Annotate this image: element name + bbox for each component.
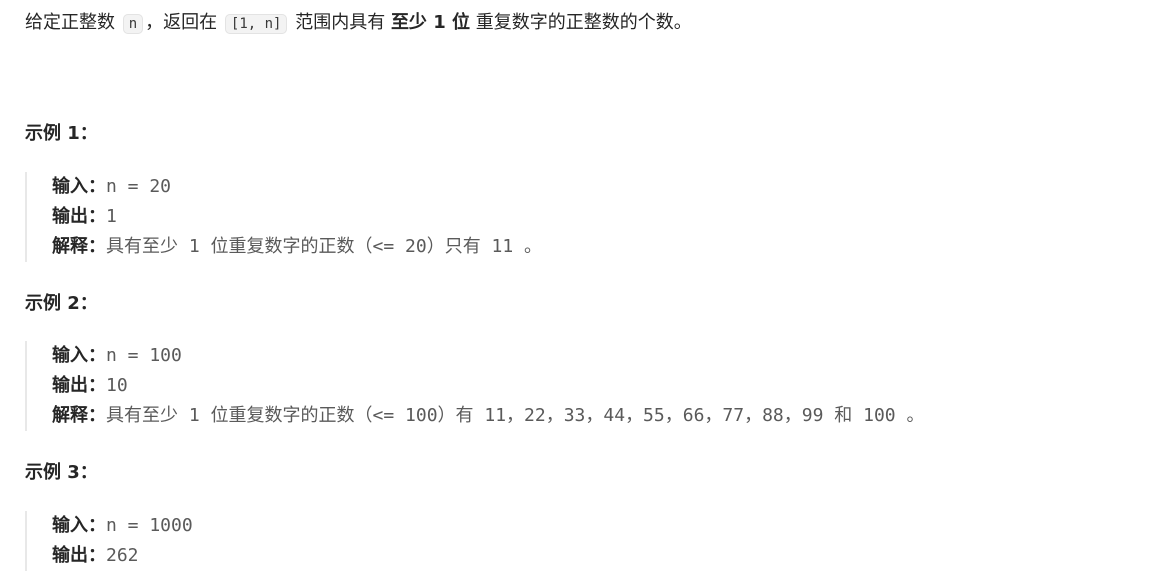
example-1-explain-line: 解释：具有至少 1 位重复数字的正数（<= 20）只有 11 。 xyxy=(52,232,542,262)
input-label: 输入： xyxy=(52,176,106,197)
example-2-explain-line: 解释：具有至少 1 位重复数字的正数（<= 100）有 11，22，33，44，… xyxy=(52,401,924,431)
explain-value: 具有至少 1 位重复数字的正数（<= 100）有 11，22，33，44，55，… xyxy=(106,405,925,426)
explain-label: 解释： xyxy=(52,405,106,426)
input-label: 输入： xyxy=(52,515,106,536)
input-label: 输入： xyxy=(52,345,106,366)
output-value: 1 xyxy=(106,206,117,227)
example-1-input-line: 输入：n = 20 xyxy=(52,172,542,202)
intro-text-4: 重复数字的正整数的个数。 xyxy=(470,12,692,33)
example-2-output-line: 输出：10 xyxy=(52,371,924,401)
intro-text-3: 范围内具有 xyxy=(289,12,391,33)
input-value: n = 100 xyxy=(106,345,182,366)
inline-code-range: [1, n] xyxy=(224,14,288,34)
output-label: 输出： xyxy=(52,545,106,566)
input-value: n = 1000 xyxy=(106,515,193,536)
problem-description: 给定正整数 n ，返回在 [1, n] 范围内具有 至少 1 位 重复数字的正整数… xyxy=(25,8,692,39)
intro-text-1: 给定正整数 xyxy=(25,12,121,33)
output-value: 262 xyxy=(106,545,139,566)
explain-label: 解释： xyxy=(52,236,106,257)
explain-value: 具有至少 1 位重复数字的正数（<= 20）只有 11 。 xyxy=(106,236,543,257)
example-3-block: 输入：n = 1000 输出：262 xyxy=(25,511,193,571)
example-1-output-line: 输出：1 xyxy=(52,202,542,232)
example-3-output-line: 输出：262 xyxy=(52,541,193,571)
example-2-title: 示例 2： xyxy=(25,293,98,314)
example-1-title: 示例 1： xyxy=(25,123,98,144)
example-2-input-line: 输入：n = 100 xyxy=(52,341,924,371)
intro-text-2: ，返回在 xyxy=(145,12,223,33)
output-label: 输出： xyxy=(52,206,106,227)
example-2-block: 输入：n = 100 输出：10 解释：具有至少 1 位重复数字的正数（<= 1… xyxy=(25,341,924,431)
example-3-input-line: 输入：n = 1000 xyxy=(52,511,193,541)
output-value: 10 xyxy=(106,375,128,396)
example-1-block: 输入：n = 20 输出：1 解释：具有至少 1 位重复数字的正数（<= 20）… xyxy=(25,172,542,262)
output-label: 输出： xyxy=(52,375,106,396)
inline-code-n: n xyxy=(122,14,144,34)
input-value: n = 20 xyxy=(106,176,172,197)
intro-bold-text: 至少 1 位 xyxy=(390,12,470,33)
example-3-title: 示例 3： xyxy=(25,462,98,483)
